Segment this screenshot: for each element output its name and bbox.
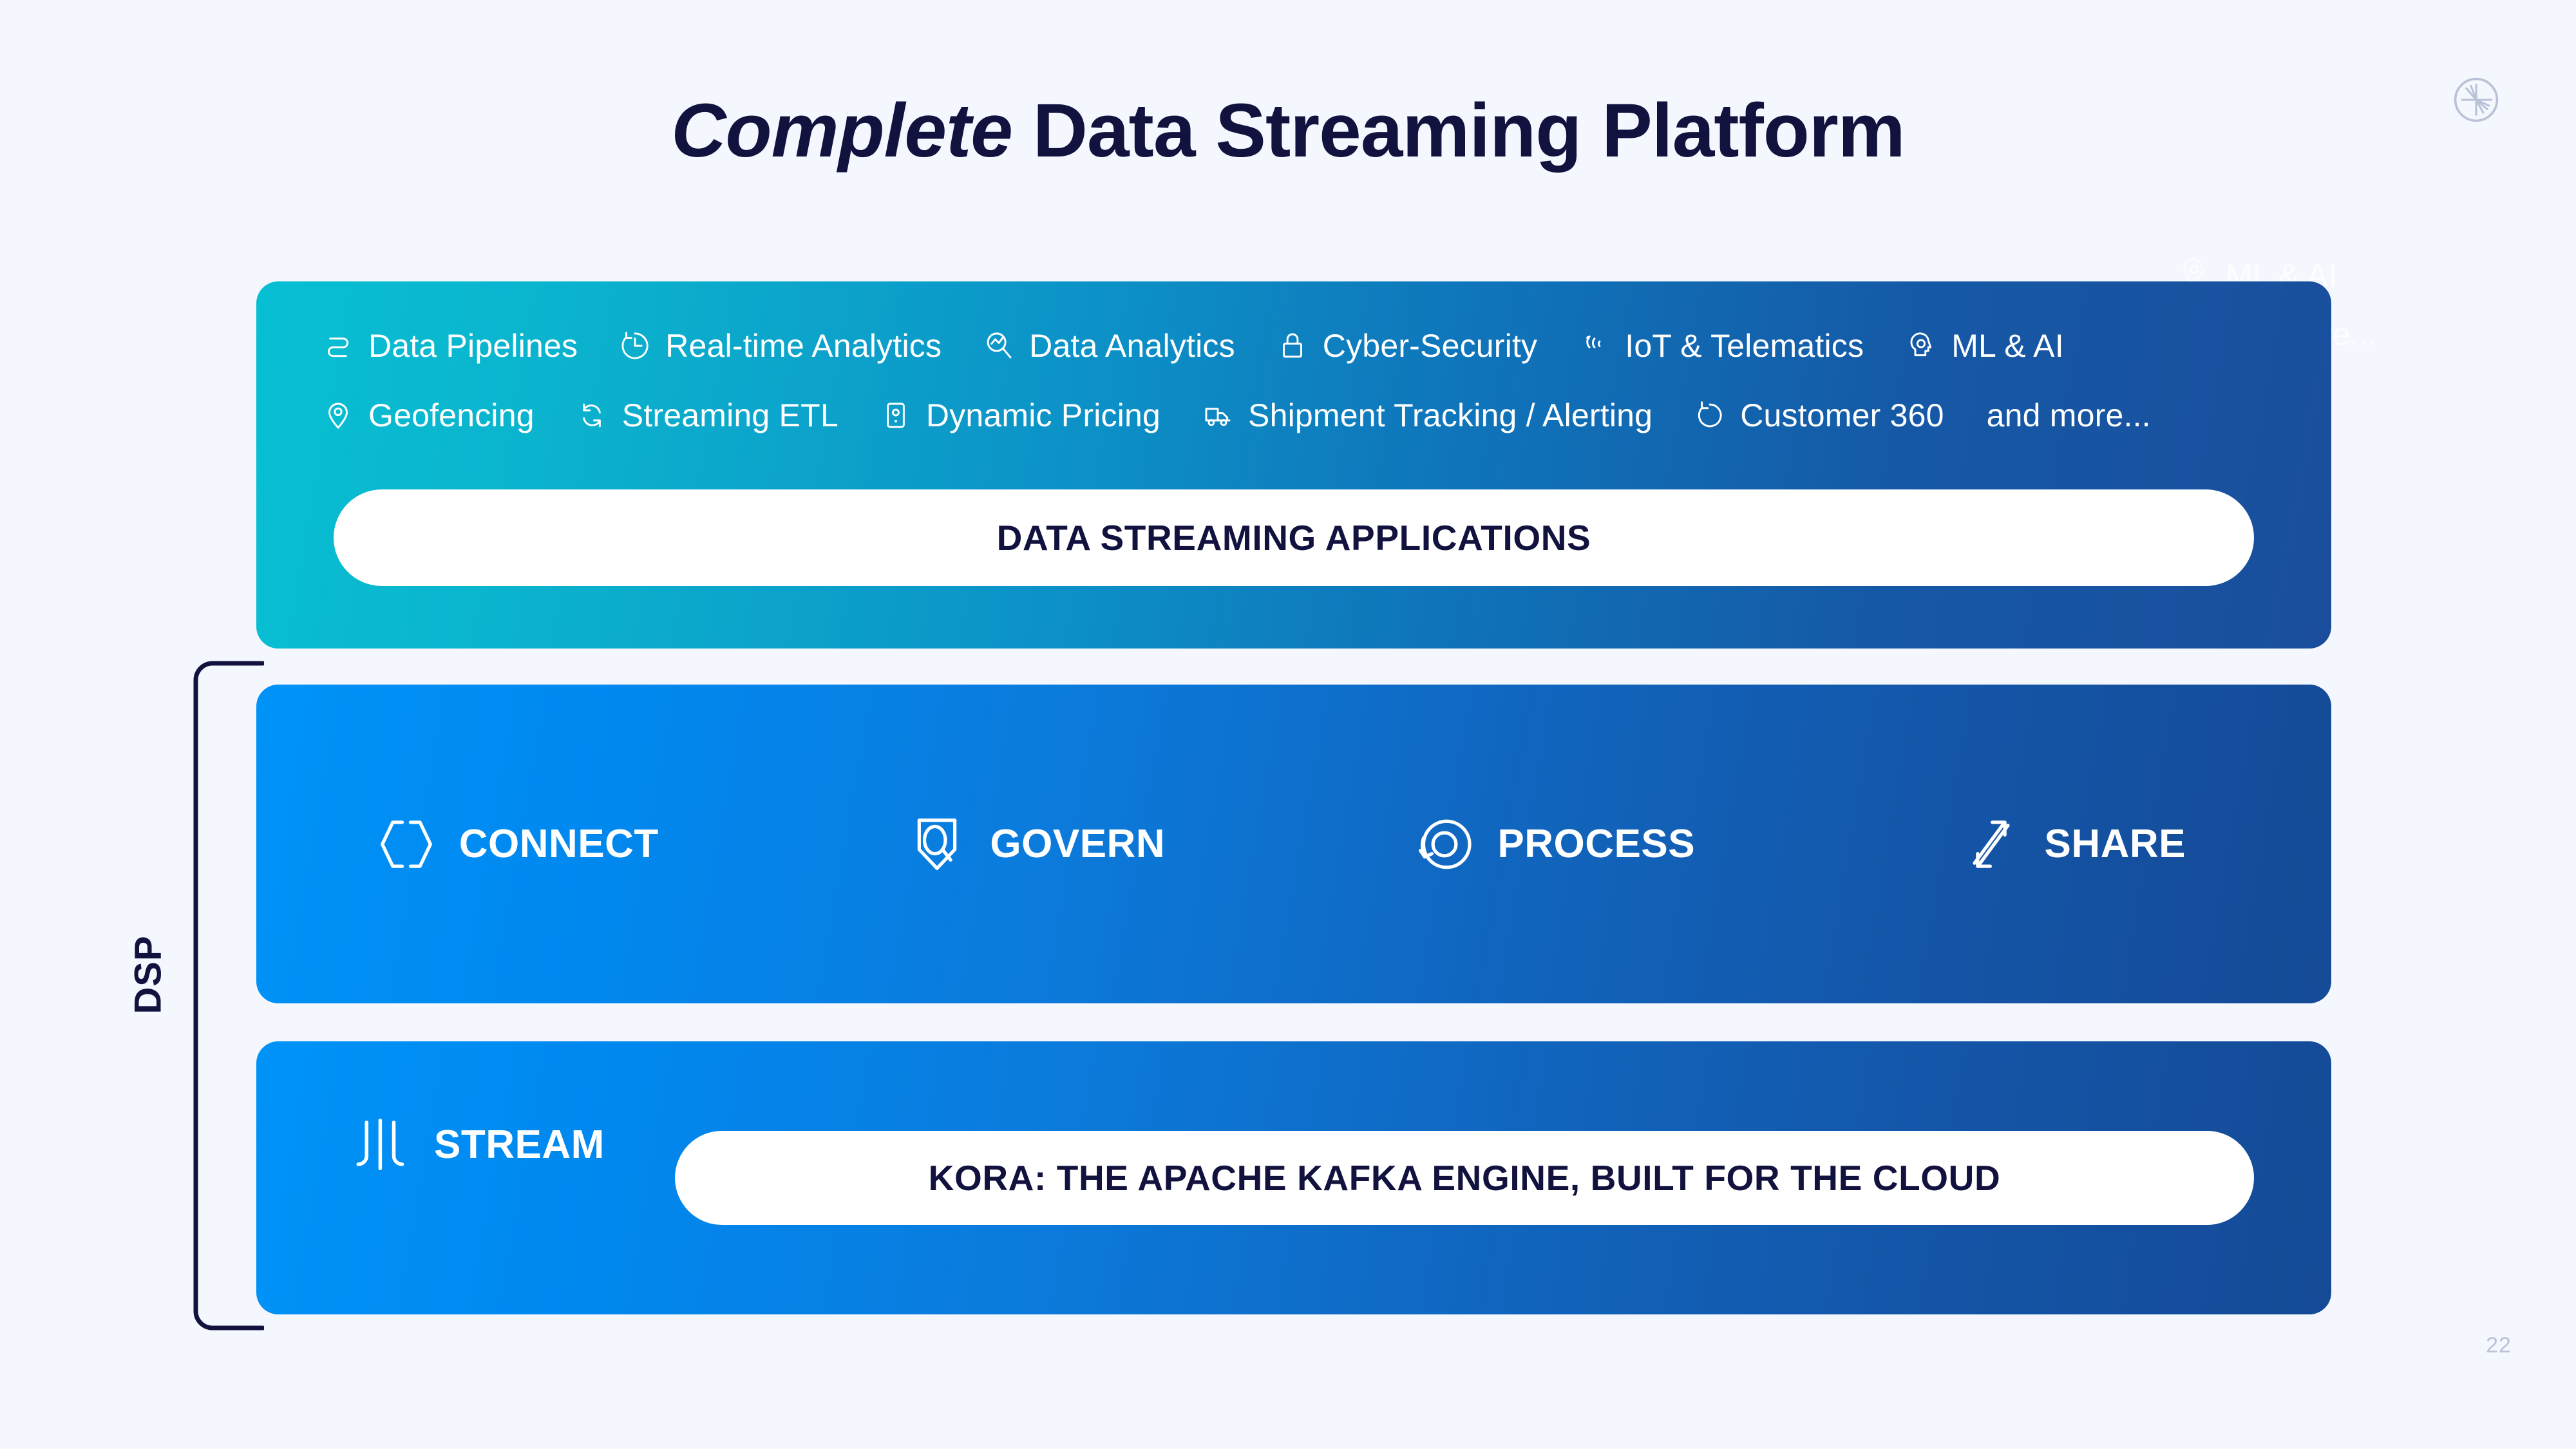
capability-connect[interactable]: CONNECT <box>256 811 775 878</box>
data-streaming-applications-panel: Data Pipelines Real-time Analytics Data … <box>256 281 2331 649</box>
map-pin-icon <box>321 398 355 433</box>
use-case-label: Data Pipelines <box>368 328 578 364</box>
use-case-row: Data Pipelines Real-time Analytics Data … <box>321 311 2306 381</box>
truck-icon <box>1200 398 1235 433</box>
capability-label: PROCESS <box>1497 822 1696 866</box>
pipeline-icon <box>321 328 355 363</box>
use-case-data-pipelines[interactable]: Data Pipelines <box>321 327 578 365</box>
signal-waves-icon <box>1577 328 1612 363</box>
dsp-label: DSP <box>127 935 169 1014</box>
page-title: Complete Data Streaming Platform <box>0 87 2576 175</box>
use-case-cyber-security[interactable]: Cyber-Security <box>1275 327 1537 365</box>
use-case-label: Streaming ETL <box>621 397 838 433</box>
use-case-customer-360[interactable]: Customer 360 <box>1692 397 1944 434</box>
page-number: 22 <box>2486 1333 2512 1358</box>
use-case-iot-telematics[interactable]: IoT & Telematics <box>1577 327 1864 365</box>
concentric-circles-icon <box>1411 811 1478 878</box>
pill-label: DATA STREAMING APPLICATIONS <box>996 518 1591 558</box>
ai-head-icon <box>1904 328 1938 363</box>
use-case-dynamic-pricing[interactable]: Dynamic Pricing <box>878 397 1160 434</box>
use-case-data-analytics[interactable]: Data Analytics <box>981 327 1235 365</box>
dsp-capabilities-panel: CONNECT GOVERN PROCESS SHARE <box>256 685 2331 1003</box>
page-title-emphasis: Complete <box>671 88 1013 173</box>
use-case-ml-ai[interactable]: ML & AI <box>1904 327 2064 365</box>
use-case-shipment-tracking-alerting[interactable]: Shipment Tracking / Alerting <box>1200 397 1653 434</box>
dsp-bracket <box>193 661 265 1331</box>
capability-list: CONNECT GOVERN PROCESS SHARE <box>256 685 2331 1003</box>
capability-share[interactable]: SHARE <box>1813 811 2332 878</box>
use-case-label: Real-time Analytics <box>665 328 942 364</box>
use-case-label: Customer 360 <box>1740 397 1944 433</box>
circular-arrow-icon <box>1692 398 1727 433</box>
use-case-label: ML & AI <box>1951 328 2064 364</box>
realtime-analytics-icon <box>618 328 652 363</box>
data-streaming-applications-pill[interactable]: DATA STREAMING APPLICATIONS <box>334 489 2254 586</box>
use-case-label: Geofencing <box>368 397 535 433</box>
confluent-logo-icon <box>2447 71 2505 129</box>
use-case-row: Geofencing Streaming ETL Dynamic Pricing… <box>321 381 2306 450</box>
capability-label: GOVERN <box>990 822 1166 866</box>
data-analytics-icon <box>981 328 1016 363</box>
use-case-and-more[interactable]: and more... <box>1984 397 2151 434</box>
use-case-list: Data Pipelines Real-time Analytics Data … <box>321 311 2306 450</box>
exchange-arrows-icon <box>1958 811 2025 878</box>
use-case-label: Data Analytics <box>1029 328 1235 364</box>
mobile-device-icon <box>878 398 913 433</box>
stream-lines-icon <box>348 1111 415 1178</box>
use-case-label: Cyber-Security <box>1322 328 1538 364</box>
kora-engine-pill[interactable]: KORA: THE APACHE KAFKA ENGINE, BUILT FOR… <box>675 1131 2254 1225</box>
pill-label: KORA: THE APACHE KAFKA ENGINE, BUILT FOR… <box>928 1158 2001 1198</box>
use-case-label: IoT & Telematics <box>1625 328 1864 364</box>
use-case-geofencing[interactable]: Geofencing <box>321 397 535 434</box>
capability-label: CONNECT <box>459 822 659 866</box>
capability-process[interactable]: PROCESS <box>1294 811 1813 878</box>
capability-label: SHARE <box>2044 822 2186 866</box>
shield-search-icon <box>904 811 971 878</box>
refresh-cycle-icon <box>574 398 609 433</box>
use-case-label: Dynamic Pricing <box>925 397 1161 433</box>
capability-govern[interactable]: GOVERN <box>775 811 1294 878</box>
hexagon-brackets-icon <box>373 811 440 878</box>
use-case-streaming-etl[interactable]: Streaming ETL <box>574 397 838 434</box>
use-case-real-time-analytics[interactable]: Real-time Analytics <box>618 327 942 365</box>
use-case-label: and more... <box>1986 397 2151 433</box>
lock-icon <box>1275 328 1310 363</box>
page-title-rest: Data Streaming Platform <box>1012 88 1906 173</box>
capability-label: STREAM <box>434 1122 605 1167</box>
capability-stream[interactable]: STREAM <box>348 1111 605 1178</box>
use-case-label: Shipment Tracking / Alerting <box>1248 397 1653 433</box>
slide-canvas: Complete Data Streaming Platform ML & AI… <box>0 0 2576 1449</box>
